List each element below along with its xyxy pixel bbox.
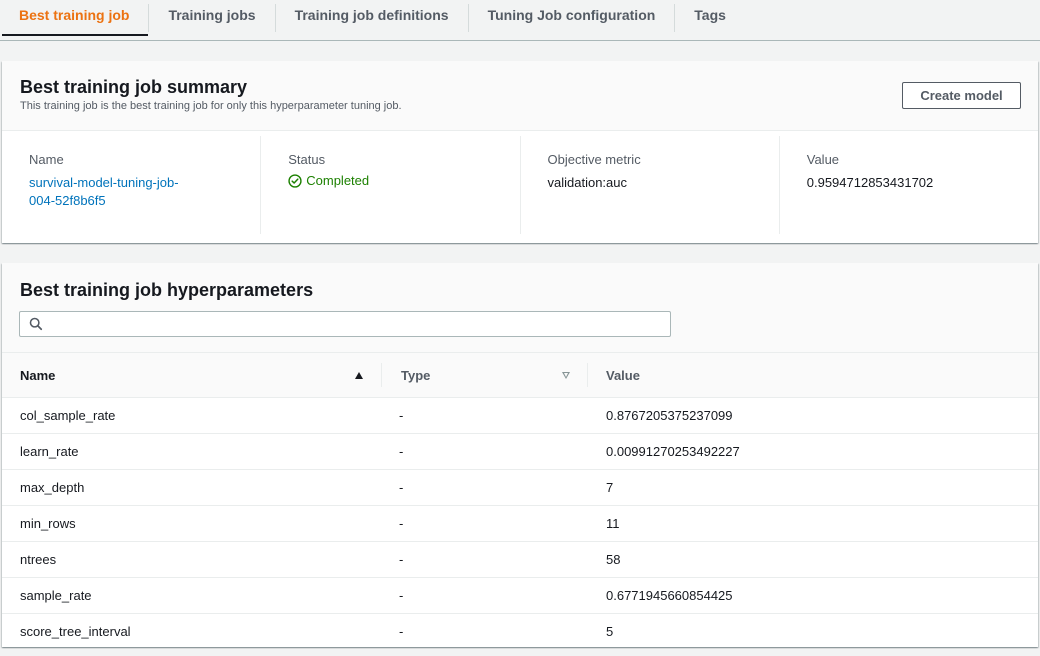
create-model-button[interactable]: Create model [902, 82, 1021, 109]
objective-metric-label: Objective metric [547, 152, 641, 167]
table-row: ntrees - 58 [2, 542, 1038, 578]
table-row: sample_rate - 0.6771945660854425 [2, 578, 1038, 614]
param-name: ntrees [20, 552, 57, 567]
status-badge: Completed [288, 173, 519, 188]
hyperparameters-title: Best training job hyperparameters [20, 280, 314, 300]
param-value: 58 [606, 552, 621, 567]
table-header-row: Name Type Value [2, 352, 1038, 398]
summary-title: Best training job summary [20, 77, 248, 97]
summary-objective-column: Objective metric validation:auc [521, 136, 780, 234]
check-circle-icon [288, 173, 302, 188]
hyperparameters-table: Name Type Value col_sample_rate - 0.8767… [2, 352, 1038, 650]
status-label: Status [288, 152, 326, 167]
param-type: - [399, 588, 404, 603]
param-name: col_sample_rate [20, 408, 116, 423]
column-header-type-label: Type [401, 367, 431, 383]
summary-columns: Name survival-model-tuning-job-004-52f8b… [2, 136, 1038, 234]
param-type: - [399, 444, 404, 459]
best-training-job-summary-panel: Best training job summary This training … [2, 61, 1038, 243]
param-type: - [399, 516, 404, 531]
column-header-value-label: Value [606, 367, 640, 383]
sort-ascending-icon [355, 371, 363, 379]
summary-header: Best training job summary This training … [2, 61, 1038, 131]
column-header-name-label: Name [20, 367, 56, 383]
table-row: min_rows - 11 [2, 506, 1038, 542]
param-value: 0.00991270253492227 [606, 444, 740, 459]
status-text: Completed [306, 173, 370, 188]
summary-value-column: Value 0.9594712853431702 [780, 136, 1038, 234]
summary-name-column: Name survival-model-tuning-job-004-52f8b… [2, 136, 262, 234]
param-value: 5 [606, 624, 614, 640]
param-name: sample_rate [20, 588, 92, 603]
table-row: learn_rate - 0.00991270253492227 [2, 434, 1038, 470]
param-name: max_depth [20, 480, 85, 495]
param-type: - [399, 552, 404, 567]
param-value: 0.8767205375237099 [606, 408, 733, 423]
column-header-type[interactable]: Type [382, 353, 588, 398]
param-name: score_tree_interval [20, 624, 131, 640]
hyperparameters-panel: Best training job hyperparameters Name T… [2, 263, 1038, 647]
summary-status-column: Status Completed [261, 136, 521, 234]
param-type: - [399, 624, 404, 640]
tab-best-training-job[interactable]: Best training job [0, 0, 149, 36]
training-job-name-link[interactable]: survival-model-tuning-job-004-52f8b6f5 [29, 174, 179, 210]
name-label: Name [29, 152, 64, 167]
tab-tuning-job-configuration[interactable]: Tuning Job configuration [469, 0, 675, 35]
table-row: max_depth - 7 [2, 470, 1038, 506]
search-icon [29, 317, 43, 331]
param-type: - [399, 480, 404, 495]
value-label: Value [806, 152, 840, 167]
hyperparameters-header: Best training job hyperparameters [2, 263, 1038, 352]
tab-bar: Best training job Training jobs Training… [0, 0, 1040, 41]
param-name: learn_rate [20, 444, 79, 459]
column-header-name[interactable]: Name [2, 353, 382, 398]
tab-training-jobs[interactable]: Training jobs [149, 0, 274, 35]
tab-tags[interactable]: Tags [675, 0, 745, 35]
param-name: min_rows [20, 516, 76, 531]
param-value: 11 [606, 516, 620, 531]
param-value: 7 [606, 480, 614, 495]
objective-metric-value: validation:auc [547, 175, 628, 190]
tab-training-job-definitions[interactable]: Training job definitions [276, 0, 468, 35]
table-row: score_tree_interval - 5 [2, 614, 1038, 650]
param-type: - [399, 408, 404, 423]
search-input[interactable] [19, 311, 671, 337]
table-row: col_sample_rate - 0.8767205375237099 [2, 398, 1038, 434]
summary-description: This training job is the best training j… [20, 100, 402, 112]
objective-value: 0.9594712853431702 [806, 175, 934, 190]
param-value: 0.6771945660854425 [606, 588, 733, 603]
sort-none-icon [562, 371, 570, 379]
column-header-value: Value [588, 353, 1038, 398]
